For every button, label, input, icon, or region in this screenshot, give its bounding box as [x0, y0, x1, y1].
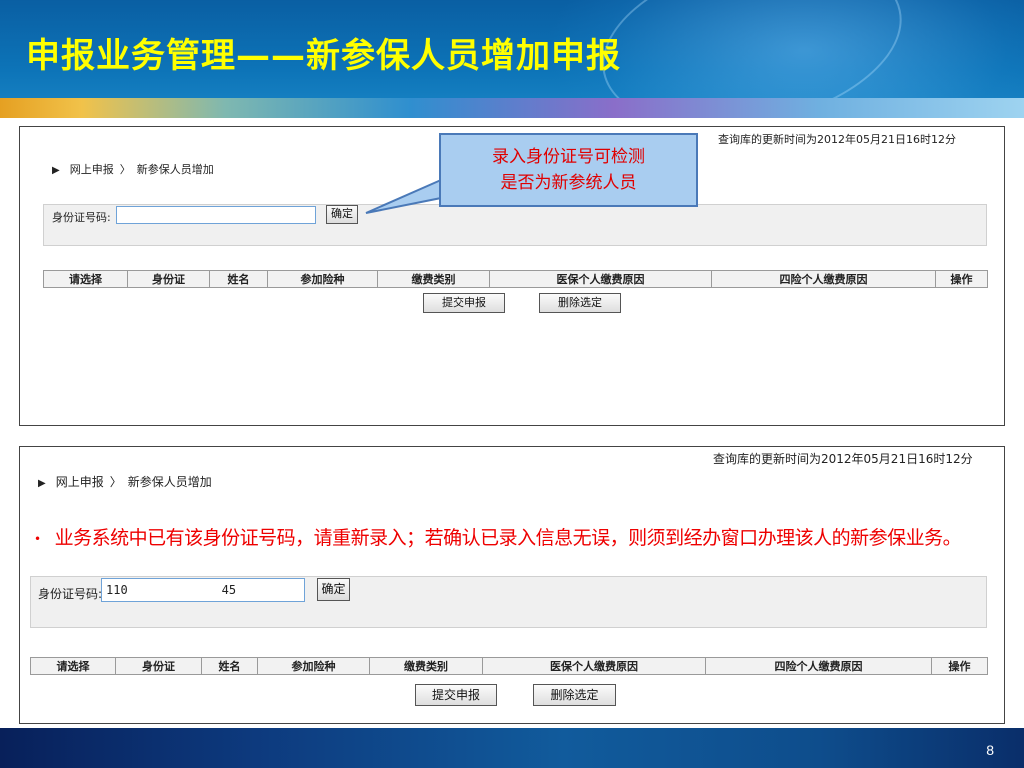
column-four-insurance-reason: 四险个人缴费原因 — [705, 657, 932, 675]
screenshot-panel-duplicate: 查询库的更新时间为2012年05月21日16时12分 ▶ 网上申报〉新参保人员增加… — [19, 446, 1005, 724]
id-label: 身份证号码: — [38, 587, 103, 601]
column-payment-category: 缴费类别 — [377, 270, 490, 288]
breadcrumb-current: 新参保人员增加 — [127, 475, 212, 489]
slide-title: 申报业务管理——新参保人员增加申报 — [26, 36, 621, 76]
update-time: 查询库的更新时间为2012年05月21日16时12分 — [713, 452, 973, 466]
callout-line-2: 是否为新参统人员 — [500, 173, 637, 193]
warning-text: 业务系统中已有该身份证号码，请重新录入；若确认已录入信息无误，则须到经办窗口办理… — [54, 527, 962, 549]
column-select: 请选择 — [43, 270, 128, 288]
declaration-table-header: 请选择 身份证 姓名 参加险种 缴费类别 医保个人缴费原因 四险个人缴费原因 操… — [30, 657, 988, 675]
triangle-right-icon: ▶ — [38, 478, 46, 489]
warning-bullet: • — [34, 532, 41, 546]
column-four-insurance-reason: 四险个人缴费原因 — [711, 270, 936, 288]
footer-bar — [0, 728, 1024, 768]
confirm-button[interactable]: 确定 — [326, 205, 358, 224]
header-stripe — [0, 98, 1024, 118]
column-name: 姓名 — [209, 270, 268, 288]
column-name: 姓名 — [201, 657, 258, 675]
delete-selected-button[interactable]: 删除选定 — [539, 293, 621, 313]
callout-box: 录入身份证号可检测 是否为新参统人员 — [439, 133, 698, 207]
update-time: 查询库的更新时间为2012年05月21日16时12分 — [718, 133, 956, 146]
breadcrumb-current: 新参保人员增加 — [136, 163, 214, 176]
breadcrumb: ▶ 网上申报〉新参保人员增加 — [52, 161, 214, 177]
column-id: 身份证 — [115, 657, 202, 675]
submit-declaration-button[interactable]: 提交申报 — [415, 684, 497, 706]
column-insurance-type: 参加险种 — [267, 270, 378, 288]
column-select: 请选择 — [30, 657, 116, 675]
breadcrumb: ▶ 网上申报〉新参保人员增加 — [38, 473, 212, 490]
breadcrumb-separator: 〉 — [119, 163, 131, 176]
delete-selected-button[interactable]: 删除选定 — [533, 684, 616, 706]
submit-declaration-button[interactable]: 提交申报 — [423, 293, 505, 313]
column-actions: 操作 — [935, 270, 988, 288]
column-insurance-type: 参加险种 — [257, 657, 370, 675]
declaration-table-header: 请选择 身份证 姓名 参加险种 缴费类别 医保个人缴费原因 四险个人缴费原因 操… — [43, 270, 988, 288]
confirm-button[interactable]: 确定 — [317, 578, 350, 601]
breadcrumb-root[interactable]: 网上申报 — [56, 475, 104, 489]
callout-line-1: 录入身份证号可检测 — [492, 147, 645, 167]
breadcrumb-separator: 〉 — [109, 475, 122, 489]
id-label: 身份证号码: — [52, 211, 111, 224]
duplicate-id-warning: • 业务系统中已有该身份证号码，请重新录入；若确认已录入信息无误，则须到经办窗口办… — [34, 523, 962, 550]
triangle-right-icon: ▶ — [52, 165, 60, 176]
column-medical-reason: 医保个人缴费原因 — [489, 270, 712, 288]
column-id: 身份证 — [127, 270, 210, 288]
column-medical-reason: 医保个人缴费原因 — [482, 657, 706, 675]
id-number-input[interactable] — [116, 206, 316, 224]
id-number-input[interactable]: 110 45 — [101, 578, 305, 602]
column-payment-category: 缴费类别 — [369, 657, 483, 675]
column-actions: 操作 — [931, 657, 988, 675]
page-number: 8 — [986, 742, 994, 758]
breadcrumb-root[interactable]: 网上申报 — [70, 163, 114, 176]
